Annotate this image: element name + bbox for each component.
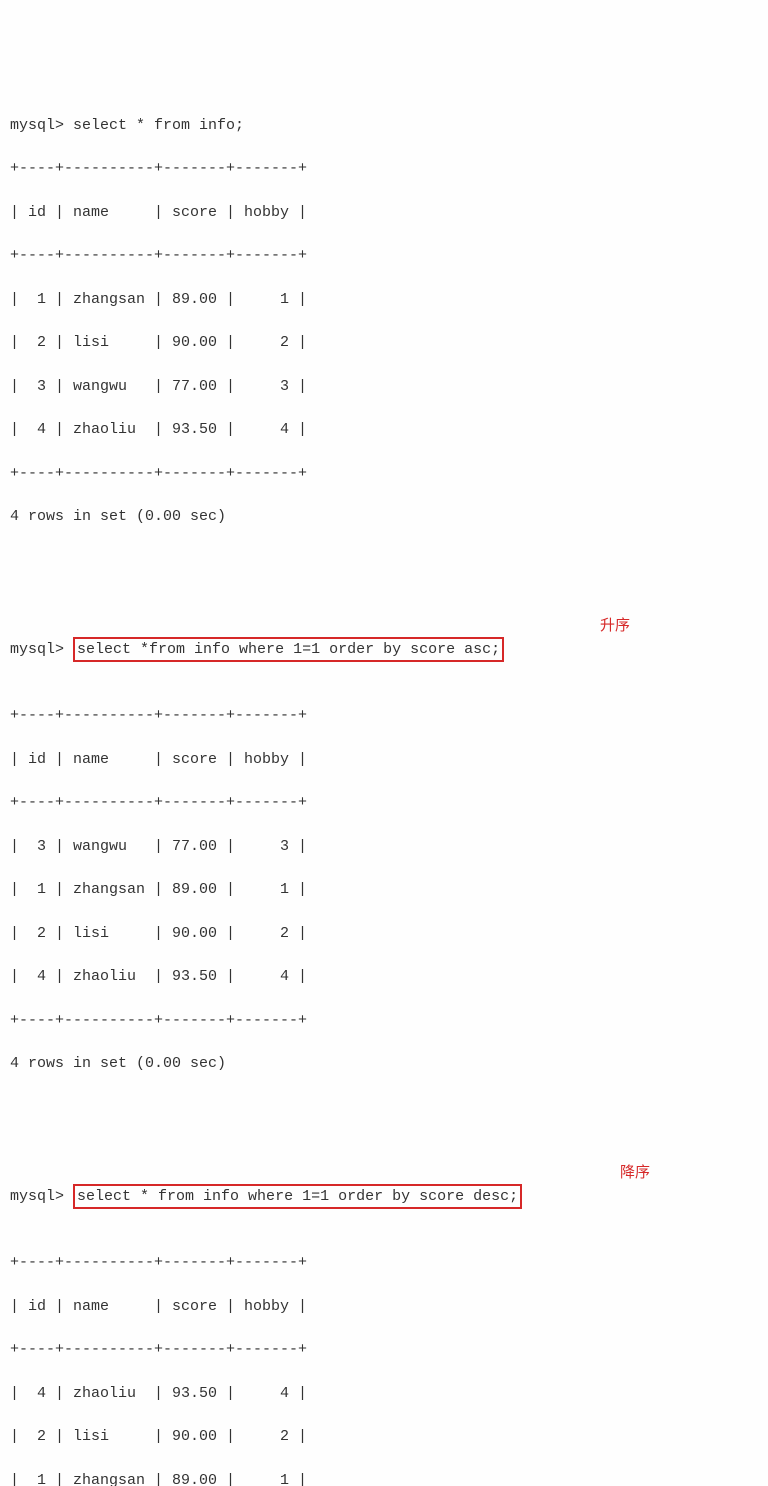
query-2-text: select *from info where 1=1 order by sco…: [77, 641, 500, 658]
table-row: | 2 | lisi | 90.00 | 2 |: [10, 332, 758, 354]
table-border: +----+----------+-------+-------+: [10, 463, 758, 485]
query-block-2: mysql> select *from info where 1=1 order…: [10, 615, 758, 1097]
prompt-line-3[interactable]: mysql> select * from info where 1=1 orde…: [10, 1184, 758, 1209]
table-border: +----+----------+-------+-------+: [10, 1252, 758, 1274]
table-border: +----+----------+-------+-------+: [10, 705, 758, 727]
query-block-1: mysql> select * from info; +----+-------…: [10, 93, 758, 550]
table-row: | 2 | lisi | 90.00 | 2 |: [10, 923, 758, 945]
table-row: | 1 | zhangsan | 89.00 | 1 |: [10, 289, 758, 311]
table-border: +----+----------+-------+-------+: [10, 1339, 758, 1361]
table-row: | 2 | lisi | 90.00 | 2 |: [10, 1426, 758, 1448]
table-header: | id | name | score | hobby |: [10, 202, 758, 224]
table-header: | id | name | score | hobby |: [10, 1296, 758, 1318]
table-row: | 1 | zhangsan | 89.00 | 1 |: [10, 1470, 758, 1486]
mysql-prompt: mysql>: [10, 641, 64, 658]
prompt-line-1[interactable]: mysql> select * from info;: [10, 115, 758, 137]
table-border: +----+----------+-------+-------+: [10, 792, 758, 814]
table-row: | 1 | zhangsan | 89.00 | 1 |: [10, 879, 758, 901]
table-header: | id | name | score | hobby |: [10, 749, 758, 771]
query-1-text: select * from info;: [73, 117, 244, 134]
table-row: | 4 | zhaoliu | 93.50 | 4 |: [10, 419, 758, 441]
table-row: | 3 | wangwu | 77.00 | 3 |: [10, 836, 758, 858]
prompt-line-2[interactable]: mysql> select *from info where 1=1 order…: [10, 637, 758, 662]
mysql-prompt: mysql>: [10, 1188, 64, 1205]
mysql-prompt: mysql>: [10, 117, 64, 134]
annotation-desc: 降序: [620, 1162, 650, 1184]
table-border: +----+----------+-------+-------+: [10, 245, 758, 267]
query-3-highlight-box: select * from info where 1=1 order by sc…: [73, 1184, 522, 1209]
table-row: | 3 | wangwu | 77.00 | 3 |: [10, 376, 758, 398]
query-2-highlight-box: select *from info where 1=1 order by sco…: [73, 637, 504, 662]
annotation-asc: 升序: [600, 615, 630, 637]
table-row: | 4 | zhaoliu | 93.50 | 4 |: [10, 966, 758, 988]
table-border: +----+----------+-------+-------+: [10, 1010, 758, 1032]
result-footer: 4 rows in set (0.00 sec): [10, 1053, 758, 1075]
table-row: | 4 | zhaoliu | 93.50 | 4 |: [10, 1383, 758, 1405]
query-3-text: select * from info where 1=1 order by sc…: [77, 1188, 518, 1205]
result-footer: 4 rows in set (0.00 sec): [10, 506, 758, 528]
table-border: +----+----------+-------+-------+: [10, 158, 758, 180]
query-block-3: mysql> select * from info where 1=1 orde…: [10, 1162, 758, 1486]
